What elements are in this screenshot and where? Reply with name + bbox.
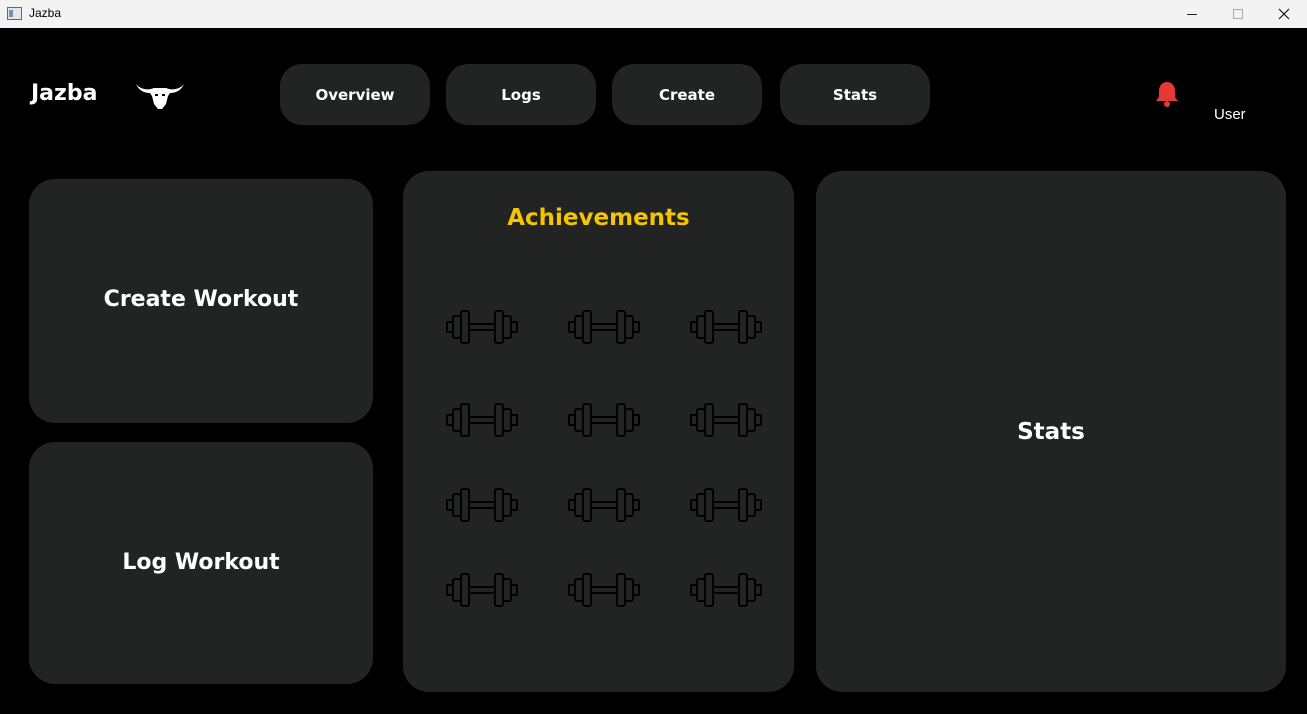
dumbbell-icon[interactable] [689,307,763,347]
bell-icon[interactable] [1154,80,1180,108]
maximize-button[interactable] [1215,0,1261,28]
maximize-icon [1233,9,1243,19]
stats-card[interactable]: Stats [816,171,1286,692]
dumbbell-icon[interactable] [567,485,641,525]
create-workout-label: Create Workout [103,287,299,312]
nav-create-button[interactable]: Create [612,64,762,125]
dumbbell-icon[interactable] [567,400,641,440]
bull-head-icon [136,84,184,109]
window-title: Jazba [29,6,62,20]
nav-stats-button[interactable]: Stats [780,64,930,125]
dumbbell-icon[interactable] [689,485,763,525]
brand-name: Jazba [31,81,98,106]
dumbbell-icon[interactable] [445,400,519,440]
minimize-button[interactable] [1169,0,1215,28]
window-titlebar: Jazba [0,0,1307,28]
user-label[interactable]: User [1214,106,1246,123]
dumbbell-icon[interactable] [445,570,519,610]
log-workout-label: Log Workout [122,550,280,575]
close-icon [1278,8,1290,20]
nav-logs-button[interactable]: Logs [446,64,596,125]
dumbbell-icon[interactable] [567,570,641,610]
achievements-title: Achievements [507,205,690,231]
stats-label: Stats [1017,419,1085,445]
app-icon [7,7,22,20]
dumbbell-icon[interactable] [689,400,763,440]
log-workout-card[interactable]: Log Workout [29,442,373,684]
minimize-icon [1187,13,1197,15]
nav-overview-button[interactable]: Overview [280,64,430,125]
dumbbell-icon[interactable] [689,570,763,610]
dumbbell-icon[interactable] [445,485,519,525]
create-workout-card[interactable]: Create Workout [29,179,373,423]
dumbbell-icon[interactable] [445,307,519,347]
achievements-card: Achievements [403,171,794,692]
close-button[interactable] [1261,0,1307,28]
dumbbell-icon[interactable] [567,307,641,347]
